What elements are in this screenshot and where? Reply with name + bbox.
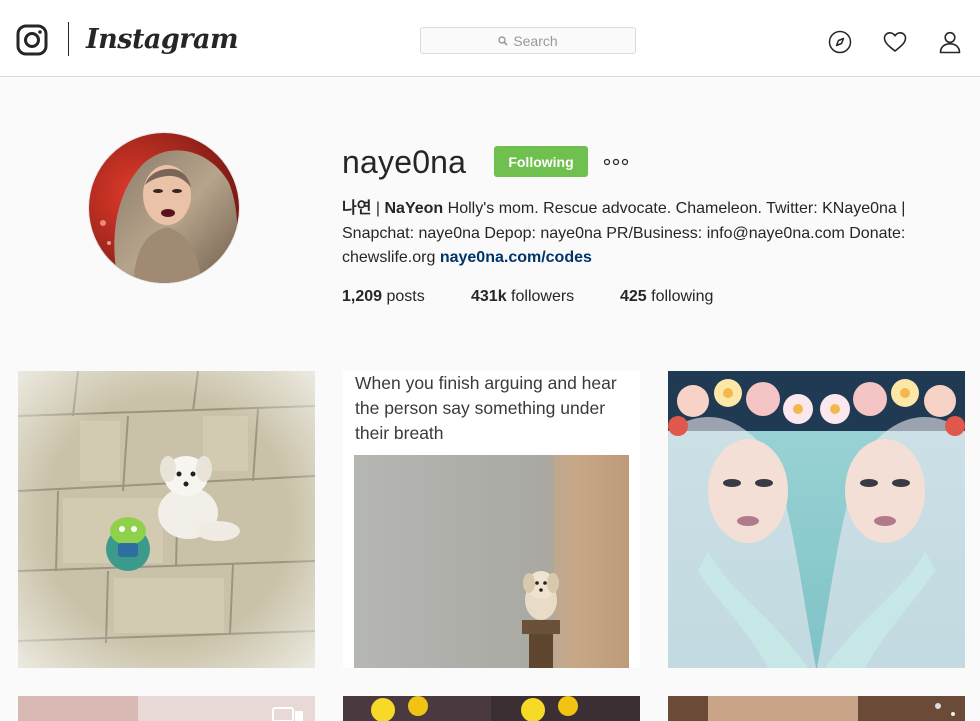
instagram-wordmark[interactable]: Instagram (86, 20, 239, 60)
following-stat[interactable]: 425 following (620, 285, 713, 309)
search-input[interactable]: Search (420, 27, 636, 54)
profile-username: naye0na (342, 144, 467, 180)
post-thumbnail[interactable]: When you finish arguing and hear the per… (343, 371, 640, 668)
post-thumbnail[interactable] (668, 696, 965, 721)
following-count: 425 (620, 288, 647, 305)
person-icon[interactable] (938, 30, 962, 54)
more-options-icon[interactable] (602, 153, 630, 171)
search-placeholder: Search (513, 32, 558, 49)
logo-divider (68, 22, 69, 56)
followers-stat[interactable]: 431k followers (471, 285, 574, 309)
heart-icon[interactable] (883, 30, 907, 54)
posts-count: 1,209 (342, 288, 383, 305)
post-thumbnail[interactable] (343, 696, 640, 721)
meme-photo-dog (354, 455, 629, 668)
bio-name: NaYeon (384, 200, 444, 217)
top-navigation-bar: Instagram Search (0, 0, 980, 77)
search-icon (498, 35, 508, 46)
instagram-logo-icon[interactable] (16, 24, 48, 56)
following-button[interactable]: Following (494, 146, 588, 177)
post-photo-dog-tiles (18, 371, 315, 668)
post-photo-mirror-portrait (668, 371, 965, 668)
post-photo-row2-2 (343, 696, 640, 721)
posts-label: posts (382, 288, 425, 305)
post-photo-row2-1 (18, 696, 315, 721)
bio-korean-name: 나연 (342, 200, 372, 217)
compass-icon[interactable] (828, 30, 852, 54)
followers-count: 431k (471, 288, 507, 305)
meme-caption-text: When you finish arguing and hear the per… (355, 373, 617, 443)
avatar-photo (89, 133, 239, 283)
post-thumbnail[interactable] (18, 696, 315, 721)
post-thumbnail[interactable] (18, 371, 315, 668)
post-thumbnail[interactable] (668, 371, 965, 668)
post-photo-row2-3 (668, 696, 965, 721)
bio-website-link[interactable]: naye0na.com/codes (440, 249, 592, 266)
bio-separator: | (371, 200, 385, 217)
followers-label: followers (506, 288, 575, 305)
profile-avatar[interactable] (88, 132, 240, 284)
posts-stat: 1,209 posts (342, 285, 425, 309)
profile-bio: 나연 | NaYeon Holly's mom. Rescue advocate… (342, 197, 942, 271)
following-label: following (646, 288, 714, 305)
